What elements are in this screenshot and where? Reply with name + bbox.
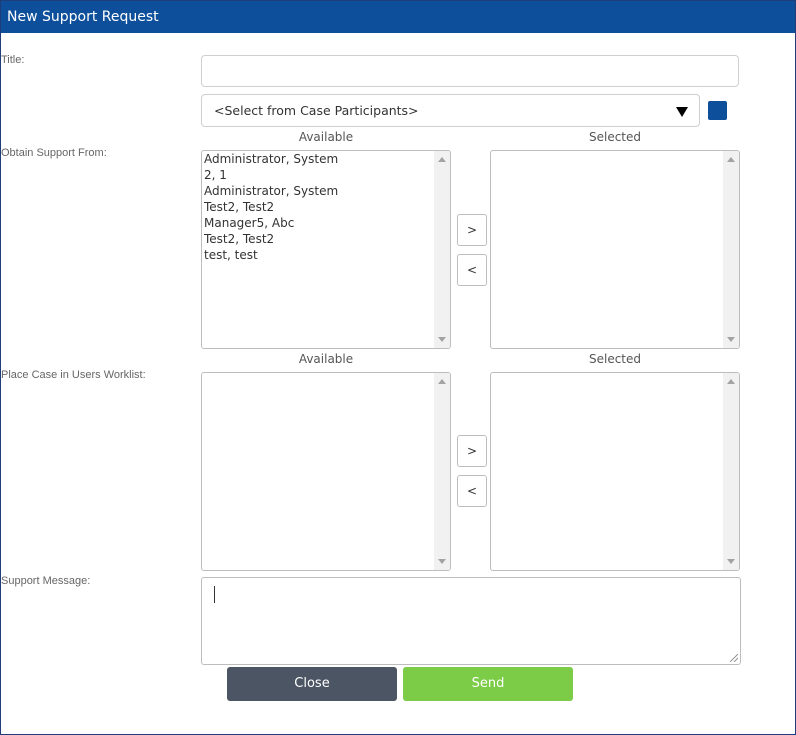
scroll-up-arrow-icon[interactable] [727,157,735,162]
case-participants-select[interactable]: <Select from Case Participants> [201,94,700,127]
list-item[interactable]: Administrator, System [204,151,434,167]
case-participants-select-value: <Select from Case Participants> [214,103,419,118]
close-button[interactable]: Close [227,667,397,701]
scrollbar[interactable] [723,151,739,348]
scroll-up-arrow-icon[interactable] [438,379,446,384]
text-caret [214,586,215,603]
list-item[interactable]: test, test [204,247,434,263]
obtain-selected-header: Selected [588,130,642,144]
worklist-available-list[interactable] [201,372,451,571]
worklist-selected-list[interactable] [490,372,740,571]
scroll-down-arrow-icon[interactable] [438,337,446,342]
title-label: Title: [1,54,25,66]
worklist-label: Place Case in Users Worklist: [1,369,146,381]
support-message-textarea[interactable] [201,577,741,665]
dialog-title: New Support Request [1,1,795,33]
scroll-up-arrow-icon[interactable] [727,379,735,384]
obtain-move-left-button[interactable]: < [457,254,487,286]
obtain-available-header: Available [298,130,354,144]
send-button[interactable]: Send [403,667,573,701]
color-swatch[interactable] [708,101,727,120]
worklist-move-right-button[interactable]: > [457,435,487,467]
list-item[interactable]: Test2, Test2 [204,231,434,247]
list-item[interactable]: 2, 1 [204,167,434,183]
support-message-label: Support Message: [1,575,91,587]
support-request-dialog: New Support Request Title: <Select from … [0,0,796,735]
scrollbar[interactable] [434,151,450,348]
scroll-down-arrow-icon[interactable] [727,337,735,342]
obtain-available-items: Administrator, System 2, 1 Administrator… [204,151,434,263]
list-item[interactable]: Test2, Test2 [204,199,434,215]
title-input[interactable] [201,55,739,87]
worklist-move-left-button[interactable]: < [457,475,487,507]
caret-down-icon [676,107,688,117]
obtain-selected-list[interactable] [490,150,740,349]
worklist-selected-header: Selected [588,352,642,366]
scroll-down-arrow-icon[interactable] [727,559,735,564]
scrollbar[interactable] [723,373,739,570]
scrollbar[interactable] [434,373,450,570]
obtain-available-list[interactable]: Administrator, System 2, 1 Administrator… [201,150,451,349]
obtain-support-label: Obtain Support From: [1,147,107,159]
obtain-move-right-button[interactable]: > [457,214,487,246]
scroll-up-arrow-icon[interactable] [438,157,446,162]
scroll-down-arrow-icon[interactable] [438,559,446,564]
list-item[interactable]: Administrator, System [204,183,434,199]
list-item[interactable]: Manager5, Abc [204,215,434,231]
worklist-available-header: Available [298,352,354,366]
resize-grip-icon[interactable] [730,654,738,662]
